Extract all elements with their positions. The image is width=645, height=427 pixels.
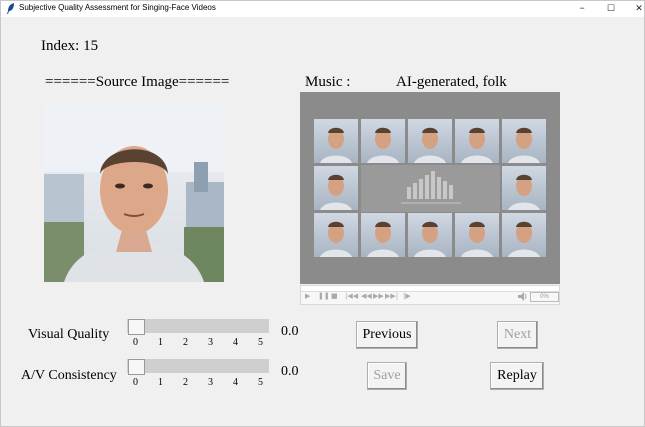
source-image-label: ======Source Image====== (45, 74, 230, 90)
player-controls: ▶ ❚❚ ■ |◀◀ ◀◀ ▶▶ ▶▶| |▶ 0% (300, 285, 560, 305)
scale-tick: 3 (208, 377, 213, 388)
face-thumbnail (408, 213, 452, 257)
replay-button[interactable]: Replay (490, 362, 544, 390)
scale-tick: 0 (133, 337, 138, 348)
visual-quality-scale: 0 1 2 3 4 5 (127, 337, 269, 349)
play-icon[interactable]: ▶ (305, 292, 310, 300)
audio-visualizer (361, 165, 500, 212)
scale-tick: 1 (158, 337, 163, 348)
close-button[interactable]: ✕ (625, 1, 644, 17)
minimize-button[interactable]: − (568, 1, 596, 17)
window-title: Subjective Quality Assessment for Singin… (19, 3, 216, 12)
step-forward-icon[interactable]: |▶ (403, 292, 411, 300)
visual-quality-value: 0.0 (281, 324, 299, 339)
maximize-button[interactable]: ☐ (597, 1, 625, 17)
av-consistency-slider[interactable] (127, 359, 269, 375)
av-consistency-handle[interactable] (128, 359, 145, 375)
source-image (44, 102, 224, 282)
av-consistency-scale: 0 1 2 3 4 5 (127, 377, 269, 389)
visual-quality-handle[interactable] (128, 319, 145, 335)
fast-forward-icon[interactable]: ▶▶ (373, 292, 384, 300)
video-player[interactable] (300, 92, 560, 284)
scale-tick: 3 (208, 337, 213, 348)
face-thumbnail (314, 166, 358, 210)
scale-tick: 1 (158, 377, 163, 388)
face-thumbnail (314, 119, 358, 163)
save-button[interactable]: Save (367, 362, 407, 390)
face-thumbnail (502, 166, 546, 210)
av-consistency-label: A/V Consistency (21, 368, 117, 383)
app-window: Subjective Quality Assessment for Singin… (0, 0, 645, 427)
face-thumbnail (502, 119, 546, 163)
face-thumbnail (314, 213, 358, 257)
scale-tick: 2 (183, 377, 188, 388)
av-consistency-value: 0.0 (281, 364, 299, 379)
previous-button[interactable]: Previous (356, 321, 418, 349)
scale-tick: 4 (233, 337, 238, 348)
face-thumbnail (361, 213, 405, 257)
feather-icon (7, 3, 14, 14)
scale-tick: 5 (258, 337, 263, 348)
face-grid (314, 119, 547, 257)
volume-level[interactable]: 0% (530, 292, 559, 302)
face-thumbnail (361, 119, 405, 163)
face-thumbnail (408, 119, 452, 163)
skip-end-icon[interactable]: ▶▶| (385, 292, 398, 300)
next-button[interactable]: Next (497, 321, 538, 349)
title-bar: Subjective Quality Assessment for Singin… (1, 1, 644, 17)
visual-quality-slider[interactable] (127, 319, 269, 335)
pause-icon[interactable]: ❚❚ (318, 292, 330, 300)
rewind-icon[interactable]: ◀◀ (361, 292, 372, 300)
scale-tick: 5 (258, 377, 263, 388)
music-label: Music : (305, 74, 351, 90)
visual-quality-label: Visual Quality (28, 327, 110, 342)
index-label: Index: 15 (41, 38, 99, 54)
music-value: AI-generated, folk (396, 74, 507, 90)
scale-tick: 0 (133, 377, 138, 388)
scale-tick: 4 (233, 377, 238, 388)
face-thumbnail (455, 119, 499, 163)
stop-icon[interactable]: ■ (331, 292, 338, 300)
volume-icon[interactable] (518, 292, 528, 301)
face-thumbnail (502, 213, 546, 257)
skip-start-icon[interactable]: |◀◀ (345, 292, 358, 300)
scale-tick: 2 (183, 337, 188, 348)
face-thumbnail (455, 213, 499, 257)
